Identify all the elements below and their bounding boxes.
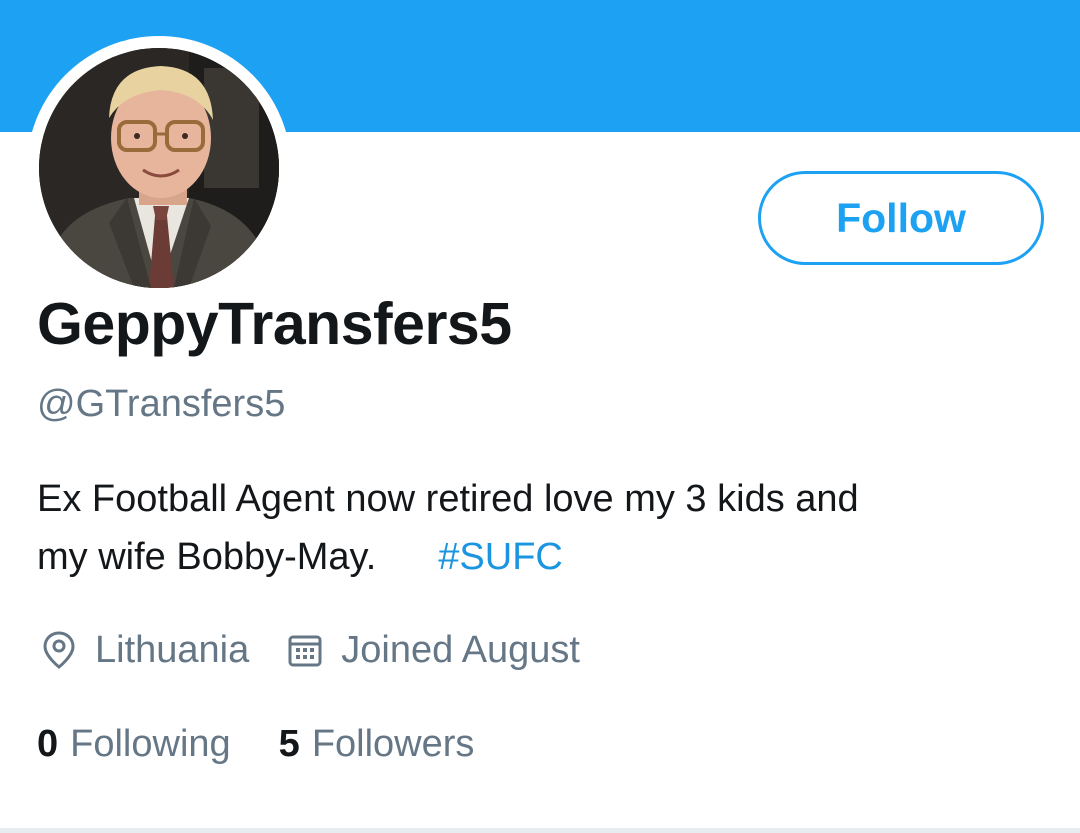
avatar[interactable]: [39, 48, 279, 288]
joined-text: Joined August: [341, 628, 580, 671]
joined-item: Joined August: [283, 628, 580, 672]
profile-meta: Lithuania Joined August: [37, 620, 580, 680]
location-item: Lithuania: [37, 628, 249, 672]
profile-bio: Ex Football Agent now retired love my 3 …: [37, 470, 1047, 586]
followers-count: 5: [278, 722, 300, 765]
following-stat[interactable]: 0 Following: [37, 723, 231, 766]
location-text: Lithuania: [95, 628, 250, 671]
bio-line-2: my wife Bobby-May. #SUFC: [37, 528, 1047, 586]
display-name: GeppyTransfers5: [37, 291, 512, 357]
bio-line-2-text: my wife Bobby-May.: [37, 536, 377, 578]
following-count: 0: [37, 722, 59, 765]
user-handle: @GTransfers5: [37, 383, 286, 425]
following-label: Following: [70, 722, 231, 765]
avatar-photo: [39, 48, 279, 288]
followers-label: Followers: [311, 722, 475, 765]
follow-button[interactable]: Follow: [758, 171, 1044, 265]
hashtag-link[interactable]: #SUFC: [438, 536, 563, 578]
bio-line-1: Ex Football Agent now retired love my 3 …: [37, 478, 859, 520]
followers-stat[interactable]: 5 Followers: [279, 723, 475, 766]
follow-stats: 0 Following 5 Followers: [37, 714, 474, 774]
bottom-divider: [0, 828, 1080, 833]
calendar-icon: [283, 628, 327, 672]
map-pin-icon: [37, 628, 81, 672]
